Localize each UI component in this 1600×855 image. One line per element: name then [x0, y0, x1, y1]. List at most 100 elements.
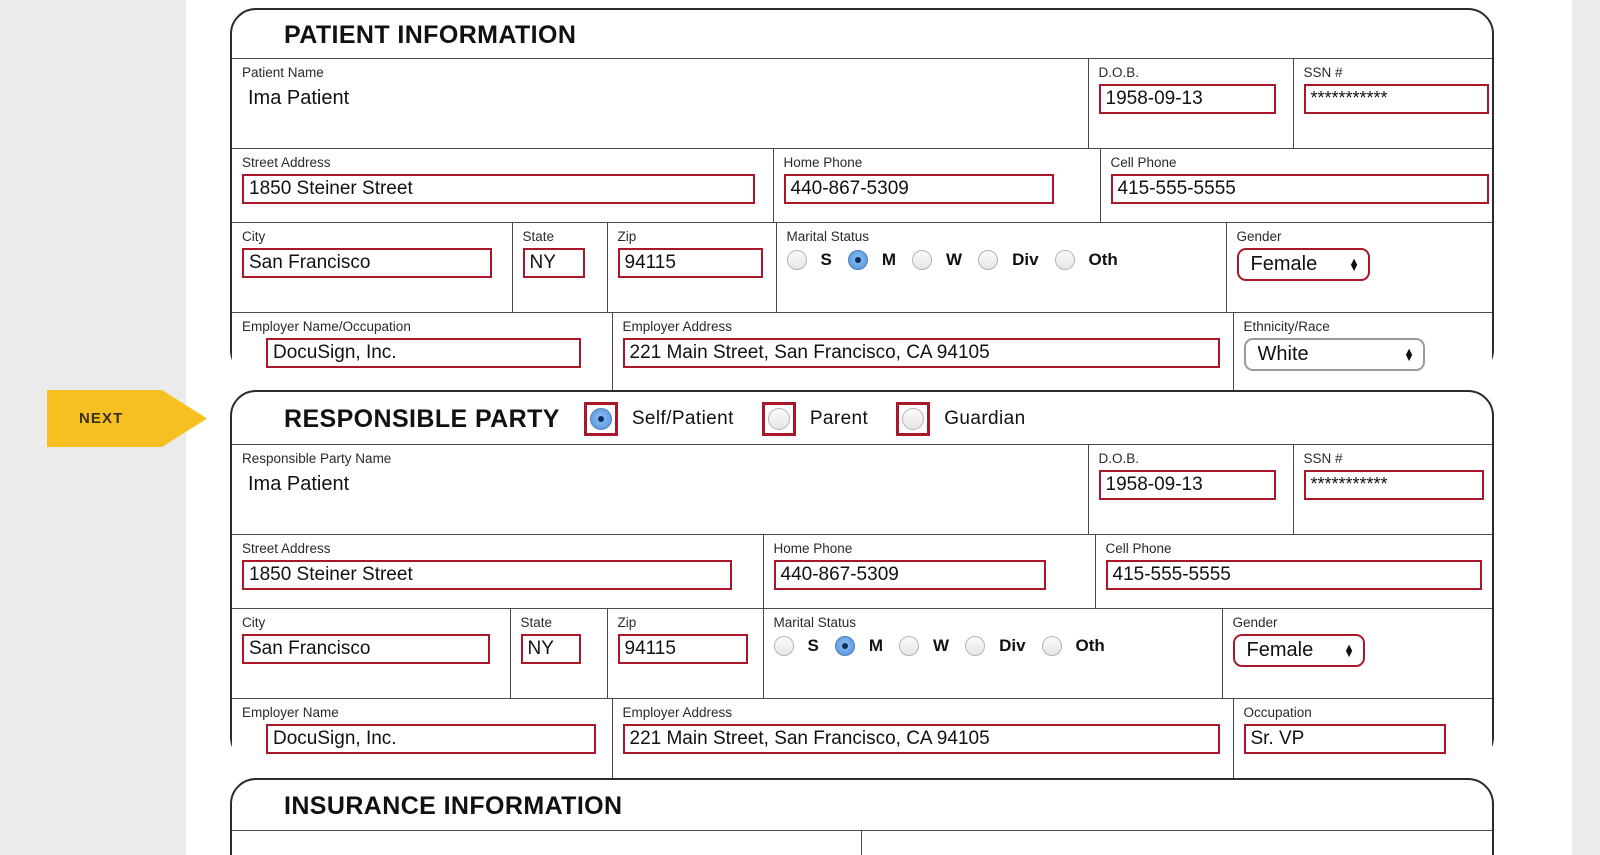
patient-employer-row: Employer Name/Occupation DocuSign, Inc. … — [232, 312, 1492, 402]
responsible-party-marital-radio-div[interactable] — [965, 636, 986, 656]
responsible-party-name-label: Responsible Party Name — [242, 451, 392, 466]
responsible-party-name-cell: Responsible Party Name Ima Patient — [232, 444, 1089, 534]
radio-icon — [767, 408, 790, 430]
responsible-party-radio-self[interactable] — [583, 402, 618, 436]
responsible-party-radio-parent[interactable] — [761, 402, 796, 436]
responsible-party-gender-value: Female — [1246, 639, 1314, 661]
responsible-party-occupation-field[interactable]: Sr. VP — [1243, 724, 1446, 754]
document-page: PATIENT INFORMATION Patient Name Ima Pat… — [186, 0, 1572, 855]
patient-ethnicity-cell: Ethnicity/Race White ▲ ▼ — [1233, 312, 1492, 402]
responsible-party-marital-radio-m[interactable] — [834, 636, 855, 656]
patient-ethnicity-dropdown[interactable]: White ▲ ▼ — [1243, 338, 1425, 371]
patient-home-phone-label: Home Phone — [783, 155, 863, 170]
responsible-party-ssn-label: SSN # — [1303, 451, 1343, 466]
responsible-party-radio-guardian[interactable] — [896, 402, 931, 436]
responsible-party-gender-label: Gender — [1232, 615, 1278, 630]
patient-gender-dropdown[interactable]: Female ▲ ▼ — [1236, 248, 1370, 281]
responsible-party-cell-phone-field[interactable]: 415-555-5555 — [1105, 560, 1482, 590]
patient-street-label: Street Address — [242, 155, 331, 170]
document-viewport: PATIENT INFORMATION Patient Name Ima Pat… — [0, 0, 1600, 855]
responsible-party-marital-option-m: M — [868, 636, 884, 655]
patient-city-label: City — [242, 229, 266, 244]
responsible-party-city-cell: City San Francisco — [232, 608, 511, 698]
responsible-party-city-row: City San Francisco State NY Zip 94115 Ma… — [232, 608, 1492, 698]
responsible-party-city-field[interactable]: San Francisco — [242, 634, 490, 664]
patient-marital-option-div: Div — [1012, 250, 1039, 269]
patient-dob-field[interactable]: 1958-09-13 — [1098, 84, 1276, 114]
responsible-party-zip-cell: Zip 94115 — [607, 608, 764, 698]
radio-icon — [902, 408, 925, 430]
responsible-party-street-cell: Street Address 1850 Steiner Street — [232, 534, 764, 608]
responsible-party-occupation-cell: Occupation Sr. VP — [1233, 698, 1492, 788]
responsible-party-ssn-field[interactable]: *********** — [1303, 470, 1484, 500]
patient-employer-grid: Employer Name/Occupation DocuSign, Inc. … — [232, 312, 1492, 402]
responsible-party-employer-address-field[interactable]: 221 Main Street, San Francisco, CA 94105 — [622, 724, 1220, 754]
responsible-party-zip-field[interactable]: 94115 — [617, 634, 748, 664]
patient-marital-radio-w[interactable] — [912, 250, 933, 270]
patient-zip-field[interactable]: 94115 — [617, 248, 763, 278]
patient-cell-phone-label: Cell Phone — [1110, 155, 1177, 170]
responsible-party-name-grid: Responsible Party Name Ima Patient D.O.B… — [232, 444, 1492, 534]
patient-employer-cell: Employer Name/Occupation DocuSign, Inc. — [232, 312, 613, 402]
patient-employer-address-label: Employer Address — [622, 319, 733, 334]
responsible-party-marital-option-div: Div — [999, 636, 1026, 655]
responsible-party-title-row: RESPONSIBLE PARTY Self/Patient Parent Gu… — [232, 392, 1492, 444]
responsible-party-marital-radio-s[interactable] — [773, 636, 794, 656]
patient-employer-address-field[interactable]: 221 Main Street, San Francisco, CA 94105 — [622, 338, 1220, 368]
patient-marital-radio-div[interactable] — [978, 250, 999, 270]
patient-city-row: City San Francisco State NY Zip 94115 Ma… — [232, 222, 1492, 312]
patient-address-row: Street Address 1850 Steiner Street Home … — [232, 148, 1492, 222]
responsible-party-marital-option-s: S — [807, 636, 819, 655]
responsible-party-options: Self/Patient Parent Guardian — [583, 402, 1054, 436]
responsible-party-street-field[interactable]: 1850 Steiner Street — [242, 560, 732, 590]
responsible-party-marital-radio-w[interactable] — [899, 636, 920, 656]
responsible-party-marital-option-w: W — [933, 636, 950, 655]
insurance-partial-row — [232, 830, 1492, 855]
patient-marital-option-s: S — [820, 250, 832, 269]
responsible-party-marital-radio-oth[interactable] — [1041, 636, 1062, 656]
patient-home-phone-cell: Home Phone 440-867-5309 — [773, 148, 1101, 222]
responsible-party-address-row: Street Address 1850 Steiner Street Home … — [232, 534, 1492, 608]
insurance-information-title: INSURANCE INFORMATION — [284, 791, 623, 820]
patient-cell-phone-field[interactable]: 415-555-5555 — [1110, 174, 1489, 204]
patient-marital-label: Marital Status — [786, 229, 870, 244]
patient-street-field[interactable]: 1850 Steiner Street — [242, 174, 755, 204]
responsible-party-state-field[interactable]: NY — [520, 634, 581, 664]
spinner-arrows-icon: ▲ ▼ — [1343, 641, 1355, 660]
responsible-party-name-value: Ima Patient — [248, 473, 350, 495]
patient-state-field[interactable]: NY — [522, 248, 585, 278]
patient-marital-radio-group: S M W Div Oth — [786, 248, 1226, 270]
patient-marital-radio-m[interactable] — [847, 250, 868, 270]
responsible-party-dob-field[interactable]: 1958-09-13 — [1098, 470, 1276, 500]
patient-name-label: Patient Name — [242, 65, 324, 80]
patient-name-value: Ima Patient — [248, 87, 350, 109]
patient-information-grid: Patient Name Ima Patient D.O.B. 1958-09-… — [232, 58, 1492, 148]
responsible-party-employer-field[interactable]: DocuSign, Inc. — [266, 724, 596, 754]
responsible-party-cell-phone-cell: Cell Phone 415-555-5555 — [1095, 534, 1492, 608]
patient-ssn-label: SSN # — [1303, 65, 1343, 80]
responsible-party-street-label: Street Address — [242, 541, 331, 556]
responsible-party-name-row: Responsible Party Name Ima Patient D.O.B… — [232, 444, 1492, 534]
responsible-party-ssn-cell: SSN # *********** — [1293, 444, 1492, 534]
patient-city-field[interactable]: San Francisco — [242, 248, 492, 278]
responsible-party-employer-address-label: Employer Address — [622, 705, 733, 720]
patient-marital-radio-oth[interactable] — [1054, 250, 1075, 270]
patient-city-grid: City San Francisco State NY Zip 94115 Ma… — [232, 222, 1492, 312]
responsible-party-gender-dropdown[interactable]: Female ▲ ▼ — [1232, 634, 1365, 667]
patient-employer-field[interactable]: DocuSign, Inc. — [266, 338, 581, 368]
responsible-party-option-self-label: Self/Patient — [631, 408, 734, 429]
responsible-party-home-phone-field[interactable]: 440-867-5309 — [773, 560, 1046, 590]
section-responsible-party: RESPONSIBLE PARTY Self/Patient Parent Gu… — [230, 390, 1494, 788]
responsible-party-employer-cell: Employer Name DocuSign, Inc. — [232, 698, 613, 788]
responsible-party-dob-cell: D.O.B. 1958-09-13 — [1088, 444, 1294, 534]
patient-marital-option-m: M — [881, 250, 897, 269]
responsible-party-employer-label: Employer Name — [242, 705, 339, 720]
responsible-party-employer-address-cell: Employer Address 221 Main Street, San Fr… — [612, 698, 1234, 788]
patient-ssn-field[interactable]: *********** — [1303, 84, 1489, 114]
patient-zip-label: Zip — [617, 229, 637, 244]
patient-marital-radio-s[interactable] — [786, 250, 807, 270]
next-button-label: NEXT — [79, 410, 124, 427]
responsible-party-employer-row: Employer Name DocuSign, Inc. Employer Ad… — [232, 698, 1492, 788]
patient-home-phone-field[interactable]: 440-867-5309 — [783, 174, 1054, 204]
patient-street-cell: Street Address 1850 Steiner Street — [232, 148, 774, 222]
